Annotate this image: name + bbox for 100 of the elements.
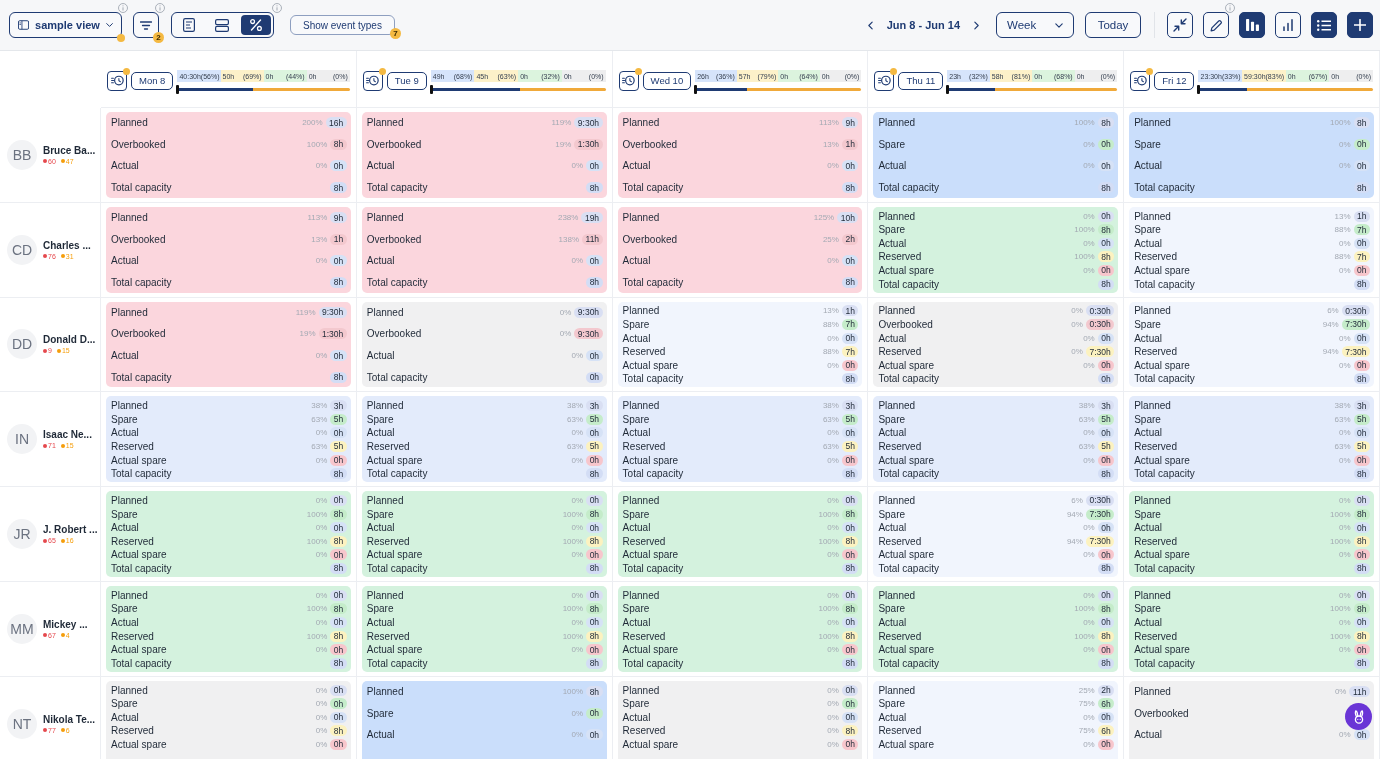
chart-button[interactable] <box>1275 12 1301 38</box>
hours-value: 9:30h <box>574 306 603 318</box>
sidebar-icon <box>18 19 30 31</box>
line-label: Reserved <box>622 630 666 642</box>
date-range: Jun 8 - Jun 14 <box>886 19 960 31</box>
hours-value: 0h <box>1097 160 1115 172</box>
hours-value: 8h <box>586 535 603 547</box>
hours-value: 0h <box>841 711 859 723</box>
line-label: Total capacity <box>111 657 172 669</box>
filter-button[interactable] <box>133 12 159 38</box>
history-button[interactable] <box>362 70 383 91</box>
percent-value: 63% <box>1334 414 1351 424</box>
hours-value: 0h <box>1097 522 1115 534</box>
percent-value: 138% <box>558 234 580 244</box>
line-label: Total capacity <box>878 278 939 290</box>
line-label: Reserved <box>111 725 154 737</box>
history-button[interactable] <box>1130 70 1151 91</box>
line-label: Actual spare <box>878 549 934 561</box>
hours-value: 8h <box>1353 182 1370 194</box>
line-label: Actual <box>1134 729 1162 741</box>
percent-value: 94% <box>1322 320 1339 329</box>
line-label: Actual <box>111 255 139 267</box>
line-label: Total capacity <box>1134 468 1195 480</box>
history-button[interactable] <box>107 70 127 91</box>
percent-value: 0% <box>559 307 572 317</box>
hours-value: 8h <box>1097 630 1115 642</box>
hours-value: 8h <box>586 182 603 194</box>
line-label: Actual <box>111 711 139 723</box>
hours-value: 7h <box>1353 224 1370 236</box>
hours-value: 8h <box>586 276 603 288</box>
line-label: Reserved <box>878 725 922 737</box>
line-label: Reserved <box>878 346 922 358</box>
line-label: Reserved <box>878 630 922 642</box>
list-button[interactable] <box>1311 12 1337 38</box>
collapse-button[interactable] <box>1167 12 1193 38</box>
day-button[interactable]: Thu 11 <box>898 71 944 90</box>
percent-value: 100% <box>1074 631 1095 641</box>
percent-value: 0% <box>315 685 328 695</box>
hours-value: 7:30h <box>1085 535 1115 547</box>
hours-value: 0h <box>1353 729 1370 741</box>
line-label: Actual spare <box>111 738 167 750</box>
view-select[interactable]: sample view <box>9 12 122 38</box>
percent-value: 100% <box>1330 118 1351 128</box>
hours-value: 8h <box>586 468 603 480</box>
hours-value: 0:30h <box>1341 305 1370 317</box>
line-label: Reserved <box>1134 535 1177 547</box>
period-select[interactable]: Week <box>996 12 1074 38</box>
hours-value: 1h <box>330 233 347 245</box>
percent-value: 0% <box>315 726 328 736</box>
day-button[interactable]: Fri 12 <box>1154 71 1195 90</box>
line-label: Actual spare <box>622 738 679 750</box>
percent-value: 38% <box>311 401 328 411</box>
hours-value: 0h <box>841 255 859 267</box>
line-label: Planned <box>1134 210 1171 222</box>
line-label: Planned <box>878 117 916 129</box>
hours-value: 8h <box>330 276 347 288</box>
plus-icon <box>1354 19 1366 31</box>
line-label: Planned <box>366 495 404 506</box>
line-label: Overbooked <box>366 328 422 340</box>
hours-value: 0h <box>1353 549 1370 561</box>
hours-value: 3h <box>841 400 859 412</box>
hours-value: 5h <box>330 413 347 425</box>
edit-button[interactable] <box>1203 12 1229 38</box>
line-label: Reserved <box>1134 251 1177 263</box>
add-button[interactable] <box>1347 12 1373 38</box>
hours-value: 8h <box>841 603 859 615</box>
percent-value: 200% <box>302 118 323 128</box>
grouped-chart-button[interactable] <box>1239 12 1265 38</box>
hours-value: 8h <box>586 686 603 698</box>
line-label: Actual spare <box>622 549 679 561</box>
marker-icon <box>429 85 433 94</box>
line-label: Planned <box>366 306 404 318</box>
person-name: Mickey ... <box>43 618 88 630</box>
hours-value: 0h <box>841 589 859 601</box>
line-label: Actual spare <box>111 644 167 656</box>
hours-value: 0h <box>330 350 347 362</box>
hours-value: 8h <box>1097 224 1115 236</box>
history-button[interactable] <box>618 70 639 91</box>
line-label: Planned <box>878 305 916 317</box>
hours-value: 7h <box>841 319 859 330</box>
line-label: Actual spare <box>878 359 934 371</box>
today-button[interactable]: Today <box>1085 12 1141 38</box>
percent-value: 0% <box>315 256 328 266</box>
line-label: Total capacity <box>1134 657 1195 669</box>
percent-value: 25% <box>822 234 839 244</box>
list-icon <box>1317 19 1331 31</box>
line-label: Actual <box>622 255 651 267</box>
line-label: Actual <box>111 160 139 172</box>
percent-value: 25% <box>1078 685 1095 695</box>
history-button[interactable] <box>874 70 895 91</box>
day-button[interactable]: Tue 9 <box>386 71 427 90</box>
percent-value: 38% <box>822 401 839 411</box>
line-label: Actual <box>1134 332 1162 344</box>
percent-view-button[interactable] <box>240 15 271 35</box>
line-label: Planned <box>622 305 660 317</box>
percent-value: 63% <box>822 414 839 424</box>
day-button[interactable]: Mon 8 <box>131 71 174 90</box>
line-label: Spare <box>878 698 906 710</box>
hours-value: 0:30h <box>1085 305 1115 317</box>
day-button[interactable]: Wed 10 <box>642 71 692 90</box>
